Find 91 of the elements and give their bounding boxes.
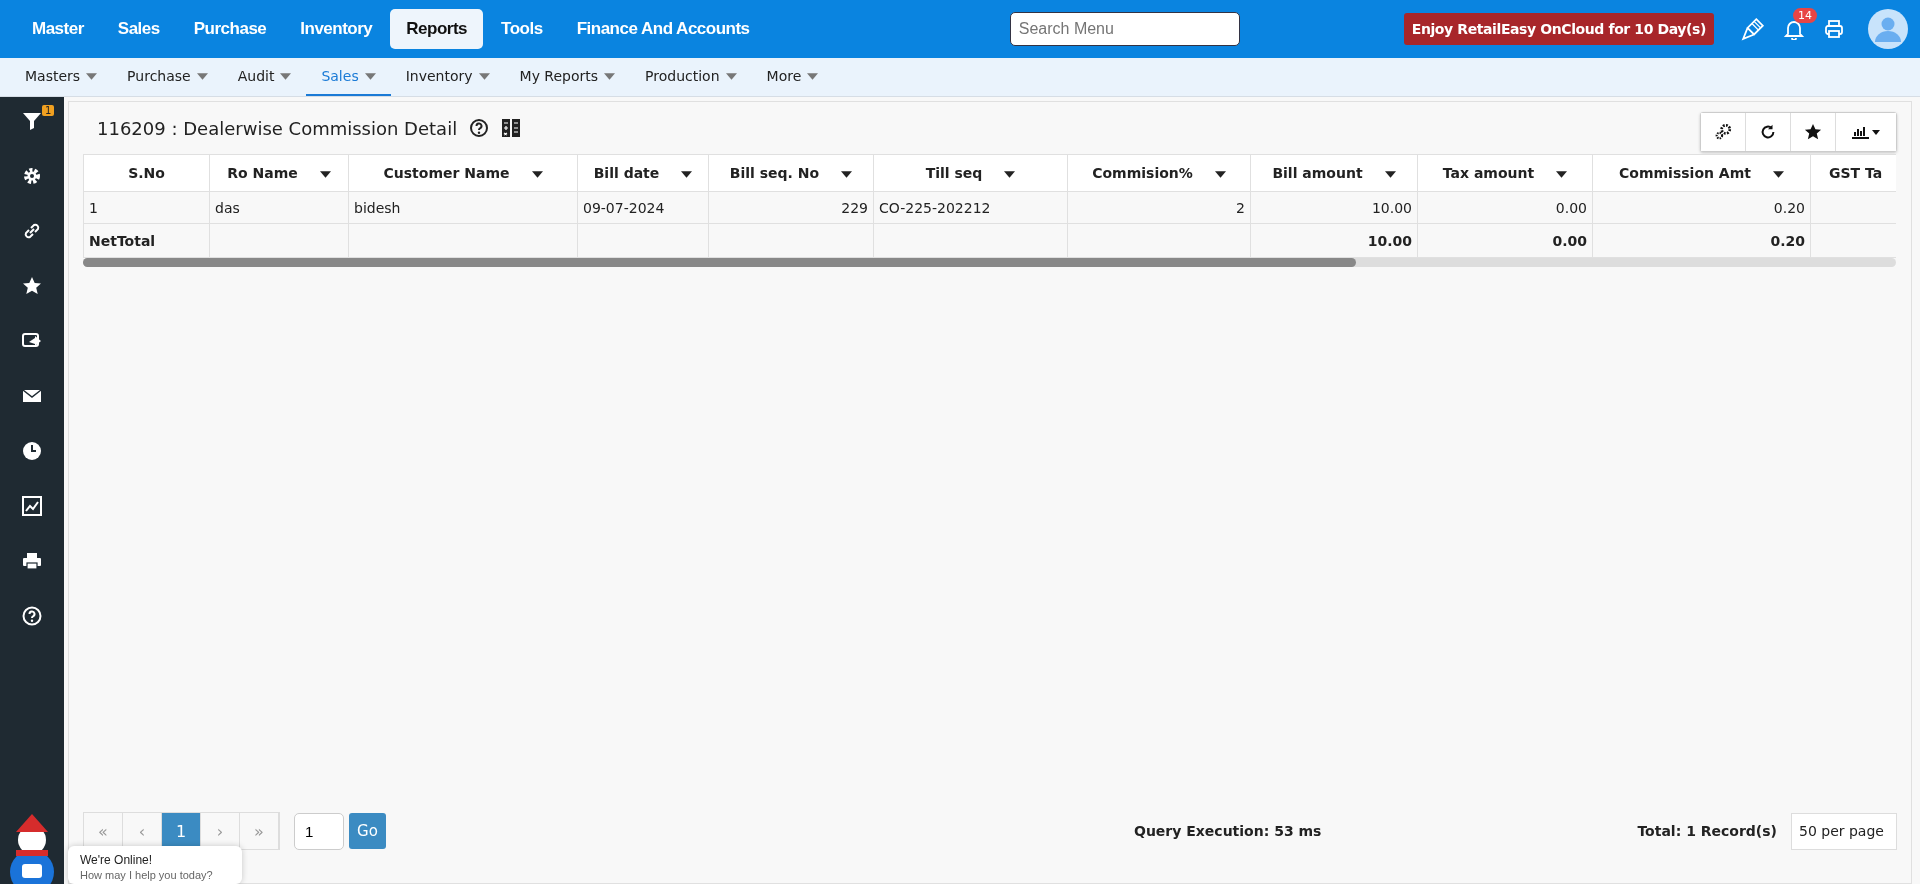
caret-icon[interactable]: [1772, 170, 1784, 178]
column-header[interactable]: Ro Name: [209, 154, 349, 192]
caret-icon[interactable]: [681, 170, 693, 178]
column-header[interactable]: Customer Name: [348, 154, 578, 192]
table-cell: das: [209, 191, 349, 224]
caret-icon: [725, 72, 737, 80]
bell-icon[interactable]: [1783, 18, 1805, 40]
column-header[interactable]: Bill seq. No: [708, 154, 874, 192]
caret-icon: [478, 72, 490, 80]
star-icon[interactable]: [21, 275, 43, 297]
submenu-tab[interactable]: Inventory: [390, 58, 505, 96]
menu-tab[interactable]: Finance And Accounts: [560, 9, 766, 49]
caret-icon[interactable]: [1556, 170, 1568, 178]
submenu-tab[interactable]: Production: [630, 58, 752, 96]
column-header[interactable]: Tax amount: [1417, 154, 1593, 192]
submenu-tab[interactable]: Masters: [10, 58, 113, 96]
chart-icon[interactable]: [21, 495, 43, 517]
caret-icon: [196, 72, 208, 80]
submenu-tab[interactable]: Purchase: [112, 58, 223, 96]
brush-icon[interactable]: [1741, 17, 1765, 41]
caret-icon[interactable]: [841, 170, 853, 178]
star-icon: [1804, 123, 1822, 141]
table-cell: 10.00: [1250, 223, 1418, 258]
caret-icon: [604, 72, 616, 80]
horizontal-scrollbar[interactable]: [83, 258, 1896, 267]
caret-icon[interactable]: [531, 170, 543, 178]
settings-button[interactable]: [1701, 113, 1746, 151]
clock-icon[interactable]: [21, 440, 43, 462]
column-header[interactable]: Bill amount: [1250, 154, 1418, 192]
submenu-tab[interactable]: My Reports: [504, 58, 631, 96]
chart-menu-button[interactable]: [1836, 113, 1896, 151]
per-page-select[interactable]: 50 per page: [1791, 812, 1897, 850]
submenu-tab[interactable]: Sales: [306, 58, 391, 96]
total-records-text: Total: 1 Record(s): [1637, 823, 1777, 839]
table-cell: CO-225-202212: [873, 191, 1068, 224]
avatar-icon[interactable]: [1868, 9, 1908, 49]
go-button[interactable]: Go: [349, 813, 386, 849]
notification-count: 14: [1793, 8, 1817, 23]
search-field[interactable]: Search Menu: [1009, 12, 1240, 46]
calculator-icon[interactable]: [501, 118, 522, 138]
column-header[interactable]: GST Ta: [1810, 154, 1896, 192]
menu-tab[interactable]: Sales: [101, 9, 176, 49]
promo-button[interactable]: Enjoy RetailEasy OnCloud for 10 Day(s): [1403, 13, 1714, 45]
caret-icon: [86, 72, 98, 80]
submenu-tab[interactable]: Audit: [222, 58, 307, 96]
caret-icon[interactable]: [1214, 170, 1226, 178]
favorite-button[interactable]: [1791, 113, 1836, 151]
column-header[interactable]: Commission Amt: [1592, 154, 1811, 192]
table-cell: 2: [1067, 191, 1251, 224]
column-header[interactable]: S.No: [83, 154, 210, 192]
caret-icon[interactable]: [1384, 170, 1396, 178]
gear-icon[interactable]: [21, 165, 43, 187]
chat-title: We're Online!: [80, 853, 154, 867]
column-header[interactable]: Till seq: [873, 154, 1068, 192]
table-cell: 1: [83, 191, 210, 224]
printer-icon[interactable]: [21, 550, 43, 572]
table-cell: 0.20: [1592, 191, 1811, 224]
menu-tab[interactable]: Reports: [390, 9, 484, 49]
submenu-tab[interactable]: More: [751, 58, 834, 96]
table-cell: NetTotal: [83, 223, 210, 258]
table-cell: bidesh: [348, 191, 578, 224]
column-header[interactable]: Commision%: [1067, 154, 1251, 192]
page-button[interactable]: 1: [162, 813, 201, 849]
filter-count: 1: [42, 105, 55, 116]
chat-subtitle: How may I help you today?: [80, 869, 214, 881]
table-cell: 229: [708, 191, 874, 224]
menu-tab[interactable]: Tools: [485, 9, 559, 49]
gears-icon: [1714, 123, 1732, 141]
help-icon[interactable]: [469, 118, 490, 138]
table-cell: 10.00: [1250, 191, 1418, 224]
caret-icon[interactable]: [319, 170, 331, 178]
caret-icon[interactable]: [1004, 170, 1016, 178]
table-cell: 09-07-2024: [577, 191, 709, 224]
caret-icon: [280, 72, 292, 80]
refresh-icon: [1759, 123, 1777, 141]
table-cell: 0.00: [1417, 191, 1593, 224]
table-cell: 0.20: [1592, 223, 1811, 258]
menu-tab[interactable]: Inventory: [284, 9, 389, 49]
menu-tab[interactable]: Master: [16, 9, 100, 49]
menu-tab[interactable]: Purchase: [177, 9, 283, 49]
filter-icon[interactable]: [21, 110, 43, 132]
caret-icon: [807, 72, 819, 80]
page-number-field[interactable]: 1: [294, 812, 344, 850]
bar-chart-caret-icon: [1851, 124, 1881, 140]
query-execution-text: Query Execution: 53 ms: [1134, 823, 1322, 839]
report-title: 116209 : Dealerwise Commission Detail: [97, 117, 458, 139]
caret-icon: [364, 72, 376, 80]
column-header[interactable]: Bill date: [577, 154, 709, 192]
refresh-button[interactable]: [1746, 113, 1791, 151]
table-cell: 0.00: [1417, 223, 1593, 258]
chat-popup[interactable]: We're Online! How may I help you today?: [68, 846, 242, 884]
